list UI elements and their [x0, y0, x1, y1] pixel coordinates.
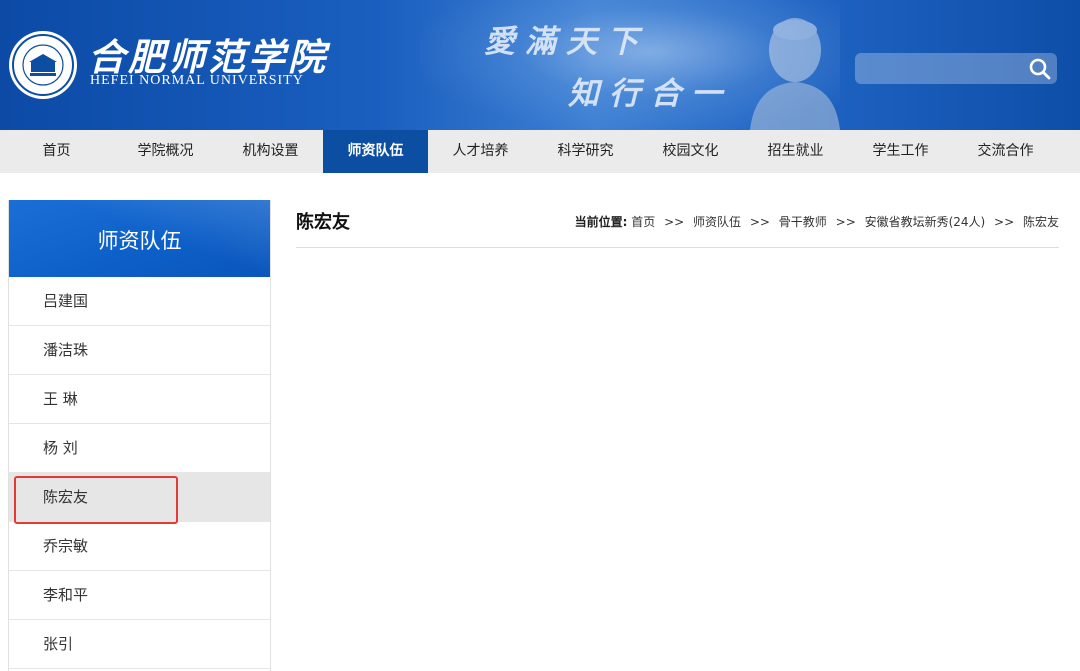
site-header: 合肥师范学院 HEFEI NORMAL UNIVERSITY 愛滿天下 知行合一	[0, 0, 1080, 130]
nav-item-research[interactable]: 科学研究	[533, 130, 638, 173]
nav-item-about[interactable]: 学院概况	[113, 130, 218, 173]
breadcrumb-link-teaching-stars[interactable]: 安徽省教坛新秀(24人)	[865, 215, 986, 229]
sidebar-item[interactable]: 李和平	[9, 571, 270, 620]
nav-item-campus-culture[interactable]: 校园文化	[638, 130, 743, 173]
sidebar-item[interactable]: 乔宗敏	[9, 522, 270, 571]
university-seal-logo[interactable]	[8, 30, 78, 100]
breadcrumb: 当前位置: 首页 >> 师资队伍 >> 骨干教师 >> 安徽省教坛新秀(24人)…	[575, 213, 1059, 230]
sidebar-list: 吕建国 潘洁珠 王 琳 杨 刘 陈宏友 乔宗敏 李和平 张引	[9, 277, 270, 669]
sidebar-item[interactable]: 吕建国	[9, 277, 270, 326]
breadcrumb-link-faculty[interactable]: 师资队伍	[693, 215, 741, 229]
search-box	[855, 53, 1057, 84]
motto-line-2: 知行合一	[568, 76, 732, 112]
motto-line-1: 愛滿天下	[484, 24, 648, 60]
nav-item-home[interactable]: 首页	[0, 130, 113, 173]
statue-bust-image	[750, 18, 840, 130]
search-icon[interactable]	[1027, 56, 1053, 82]
nav-item-admissions[interactable]: 招生就业	[743, 130, 848, 173]
sidebar-item[interactable]: 杨 刘	[9, 424, 270, 473]
sidebar: 师资队伍 吕建国 潘洁珠 王 琳 杨 刘 陈宏友 乔宗敏 李和平 张引	[8, 200, 271, 671]
search-input[interactable]	[855, 53, 1020, 84]
breadcrumb-separator: >>	[749, 215, 770, 229]
main-nav: 首页 学院概况 机构设置 师资队伍 人才培养 科学研究 校园文化 招生就业 学生…	[0, 130, 1080, 173]
sidebar-item[interactable]: 王 琳	[9, 375, 270, 424]
sidebar-item[interactable]: 潘洁珠	[9, 326, 270, 375]
nav-item-education[interactable]: 人才培养	[428, 130, 533, 173]
breadcrumb-separator: >>	[664, 215, 685, 229]
nav-item-organization[interactable]: 机构设置	[218, 130, 323, 173]
school-name-en[interactable]: HEFEI NORMAL UNIVERSITY	[90, 73, 304, 89]
breadcrumb-separator: >>	[835, 215, 856, 229]
nav-item-faculty[interactable]: 师资队伍	[323, 130, 428, 173]
sidebar-title: 师资队伍	[9, 200, 270, 277]
breadcrumb-link-current[interactable]: 陈宏友	[1023, 215, 1059, 229]
nav-item-student-affairs[interactable]: 学生工作	[848, 130, 953, 173]
breadcrumb-link-core-teachers[interactable]: 骨干教师	[779, 215, 827, 229]
title-divider	[296, 247, 1059, 248]
breadcrumb-label: 当前位置:	[574, 215, 628, 229]
page-title: 陈宏友	[296, 212, 350, 233]
breadcrumb-link-home[interactable]: 首页	[631, 215, 655, 229]
sidebar-item[interactable]: 张引	[9, 620, 270, 669]
nav-item-exchange[interactable]: 交流合作	[953, 130, 1058, 173]
breadcrumb-separator: >>	[994, 215, 1015, 229]
sidebar-item-active[interactable]: 陈宏友	[9, 473, 270, 524]
